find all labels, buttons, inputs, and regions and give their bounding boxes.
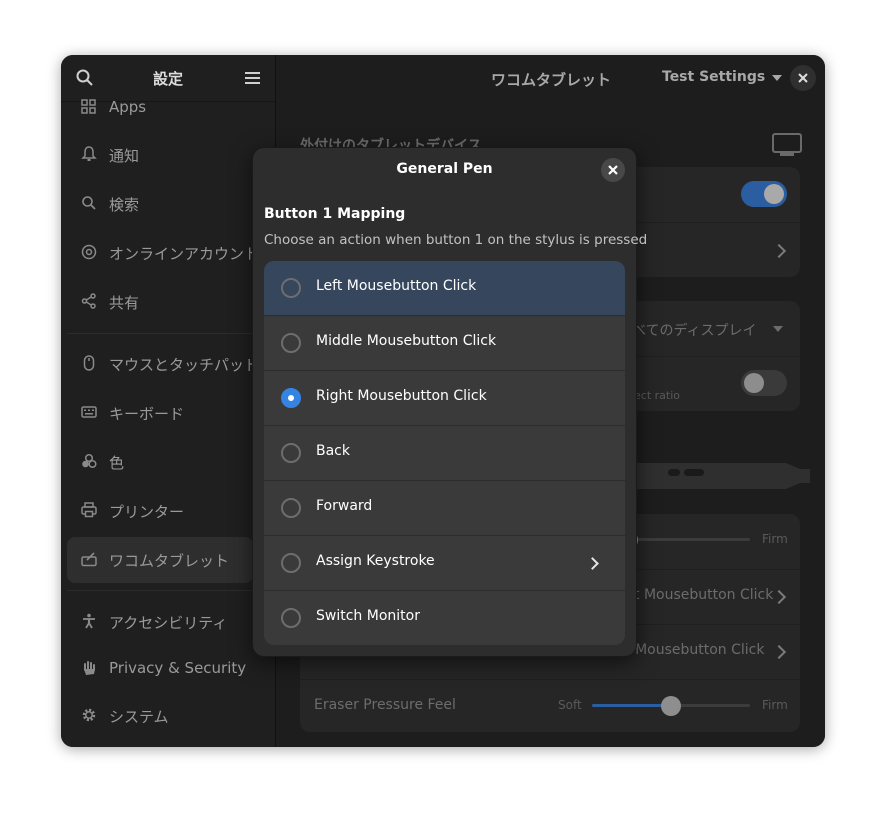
sidebar-item-label: オンラインアカウント (109, 245, 260, 263)
option-label: Forward (316, 498, 373, 514)
tip-firm-label: Firm (762, 532, 788, 546)
sidebar: 設定 Apps 通知 検索 オンラインアカウント 共有 マウスとタッチパッド キ… (61, 55, 276, 747)
chevron-right-icon[interactable] (771, 243, 787, 259)
sidebar-item-label: 検索 (109, 196, 140, 214)
option-left-mousebutton-click[interactable]: Left Mousebutton Click (264, 261, 625, 316)
radio-button[interactable] (281, 553, 301, 573)
radio-button[interactable] (281, 498, 301, 518)
option-label: Left Mousebutton Click (316, 278, 477, 294)
option-label: Assign Keystroke (316, 553, 435, 569)
sidebar-item-label: システム (109, 708, 169, 726)
sidebar-item-search[interactable]: 検索 (67, 181, 253, 227)
chevron-down-icon (773, 326, 783, 332)
dialog-close-button[interactable] (601, 158, 625, 182)
button-mapping-dialog: General Pen Button 1 Mapping Choose an a… (252, 147, 647, 657)
monitor-select[interactable]: べてのディスプレイ (632, 320, 756, 340)
at-icon (81, 244, 97, 260)
apps-icon (81, 99, 96, 114)
chevron-down-icon (772, 75, 782, 81)
tablet-toggle[interactable] (741, 181, 787, 207)
printer-icon (81, 502, 97, 518)
option-right-mousebutton-click[interactable]: Right Mousebutton Click (264, 371, 625, 426)
eraser-pressure-label: Eraser Pressure Feel (314, 697, 456, 713)
action-list: Left Mousebutton Click Middle Mousebutto… (264, 261, 625, 645)
button-3-value[interactable]: e Mousebutton Click (622, 642, 764, 658)
sidebar-item-label: 色 (109, 454, 125, 472)
sidebar-item-label: キーボード (109, 405, 185, 423)
row-divider (300, 679, 800, 680)
option-assign-keystroke[interactable]: Assign Keystroke (264, 536, 625, 591)
radio-button[interactable] (281, 608, 301, 628)
sidebar-item-label: 通知 (109, 147, 140, 165)
accessibility-icon (83, 613, 95, 629)
eraser-soft-label: Soft (558, 698, 582, 712)
gear-icon (82, 708, 96, 722)
page-title: ワコムタブレット (491, 71, 612, 89)
radio-button-checked[interactable] (281, 388, 301, 408)
stylus-image (636, 463, 810, 489)
button-2-value[interactable]: t Mousebutton Click (634, 587, 773, 603)
sidebar-item-label: マウスとタッチパッド (109, 356, 260, 374)
sidebar-item-label: アクセシビリティ (109, 614, 228, 632)
color-icon (82, 453, 97, 469)
sidebar-item-printers[interactable]: プリンター (67, 488, 253, 534)
sidebar-item-label: 共有 (109, 294, 140, 312)
sidebar-item-label: Privacy & Security (109, 659, 247, 677)
dialog-subtitle: Choose an action when button 1 on the st… (264, 232, 648, 248)
eraser-pressure-fill (592, 704, 671, 707)
chevron-right-icon[interactable] (771, 644, 787, 660)
sidebar-item-apps[interactable]: Apps (67, 85, 253, 131)
option-back[interactable]: Back (264, 426, 625, 481)
option-middle-mousebutton-click[interactable]: Middle Mousebutton Click (264, 316, 625, 371)
eraser-pressure-slider-knob[interactable] (661, 696, 681, 716)
radio-button[interactable] (281, 278, 301, 298)
option-label: Right Mousebutton Click (316, 388, 487, 404)
option-label: Switch Monitor (316, 608, 420, 624)
sidebar-item-label: プリンター (109, 503, 185, 521)
close-icon (798, 73, 808, 83)
test-settings-button[interactable]: Test Settings (662, 69, 765, 85)
option-switch-monitor[interactable]: Switch Monitor (264, 591, 625, 645)
sidebar-item-sharing[interactable]: 共有 (67, 279, 253, 325)
radio-button[interactable] (281, 443, 301, 463)
dialog-title: General Pen (396, 161, 493, 177)
hand-icon (84, 661, 95, 675)
mouse-icon (83, 355, 95, 371)
sidebar-item-label: Apps (109, 98, 147, 116)
sidebar-item-accessibility[interactable]: アクセシビリティ (67, 599, 253, 645)
chevron-right-icon[interactable] (771, 589, 787, 605)
close-icon (608, 165, 618, 175)
sidebar-item-online-accounts[interactable]: オンラインアカウント (67, 230, 259, 276)
sidebar-divider (67, 590, 253, 591)
sidebar-item-wacom-tablet[interactable]: ワコムタブレット (67, 537, 253, 583)
sidebar-divider (67, 333, 253, 334)
sidebar-item-system[interactable]: システム (67, 693, 253, 739)
option-label: Middle Mousebutton Click (316, 333, 497, 349)
sidebar-item-privacy[interactable]: Privacy & Security (67, 646, 253, 692)
tablet-icon (81, 552, 97, 567)
sidebar-item-mouse[interactable]: マウスとタッチパッド (67, 341, 259, 387)
sidebar-item-keyboard[interactable]: キーボード (67, 390, 253, 436)
chevron-right-icon (586, 557, 599, 570)
dialog-heading: Button 1 Mapping (264, 206, 406, 222)
radio-button[interactable] (281, 333, 301, 353)
sidebar-item-color[interactable]: 色 (67, 439, 253, 485)
sidebar-item-notifications[interactable]: 通知 (67, 132, 253, 178)
keyboard-icon (81, 406, 97, 418)
window-close-button[interactable] (790, 65, 816, 91)
option-forward[interactable]: Forward (264, 481, 625, 536)
sidebar-item-label: ワコムタブレット (109, 552, 230, 570)
aspect-ratio-label: ect ratio (634, 389, 680, 402)
bell-icon (81, 146, 97, 161)
option-label: Back (316, 443, 350, 459)
aspect-ratio-toggle[interactable] (741, 370, 787, 396)
search-icon (82, 196, 96, 210)
share-icon (81, 293, 96, 309)
monitor-icon (772, 133, 802, 156)
eraser-firm-label: Firm (762, 698, 788, 712)
